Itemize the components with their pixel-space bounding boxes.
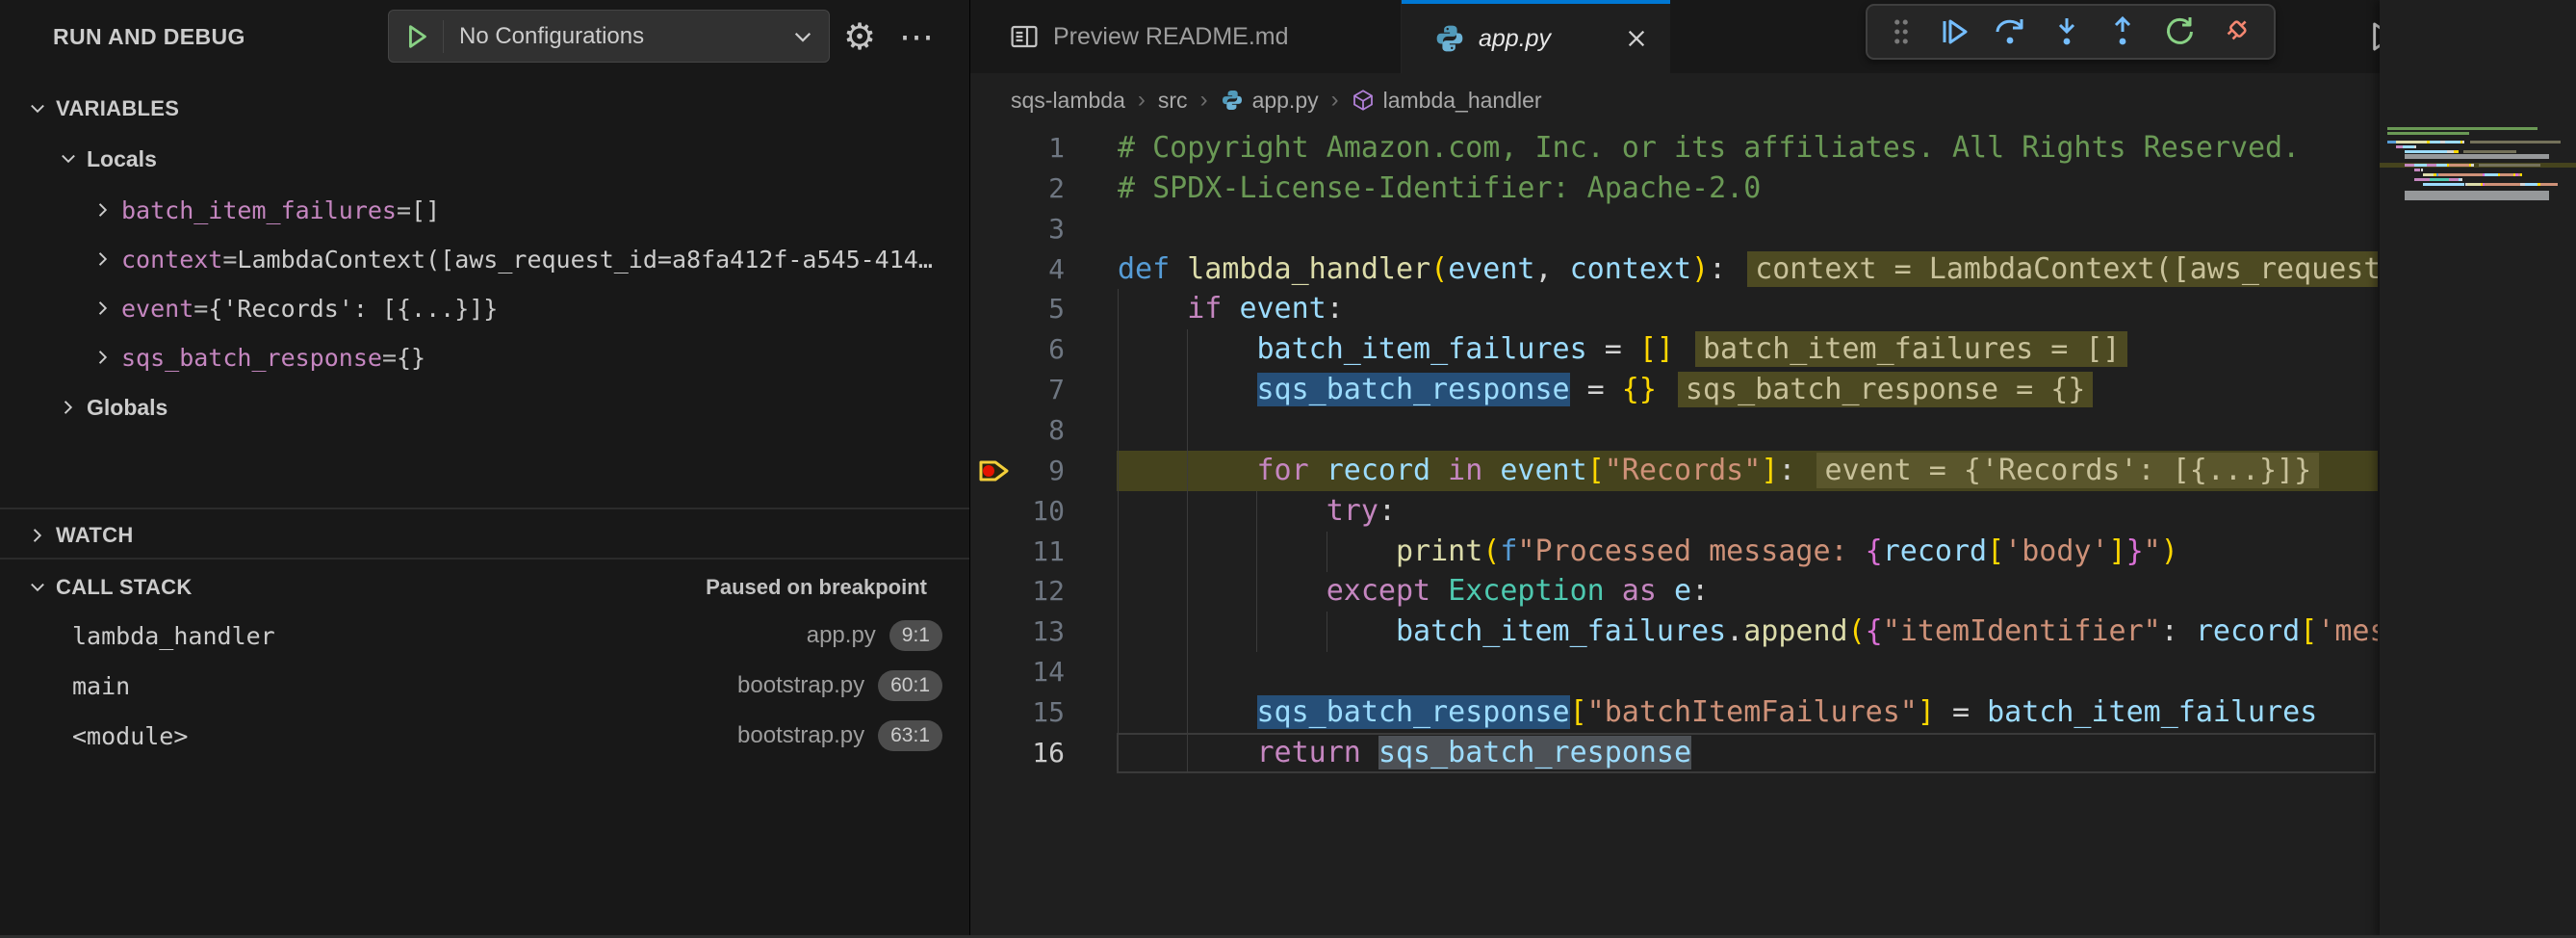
- minimap[interactable]: [2380, 0, 2576, 938]
- start-debugging-icon[interactable]: [402, 22, 431, 51]
- inline-value-chip: context = LambdaContext([aws_request_id=…: [1747, 251, 2378, 287]
- code-line-9[interactable]: 9 for record in event["Records"]:event =…: [970, 451, 2378, 491]
- line-number: 4: [988, 249, 1065, 290]
- code-text: sqs_batch_response["batchItemFailures"] …: [1118, 692, 2317, 733]
- line-number: 11: [988, 532, 1065, 572]
- run-and-debug-sidebar: RUN AND DEBUG No Configurations ⚙ ⋯ VARI…: [0, 0, 970, 938]
- line-number: 6: [988, 329, 1065, 370]
- inline-value-chip: batch_item_failures = []: [1695, 331, 2127, 367]
- line-number: 15: [988, 692, 1065, 733]
- code-line-15[interactable]: 15 sqs_batch_response["batchItemFailures…: [970, 692, 2378, 733]
- line-number: 14: [988, 652, 1065, 692]
- frame-position-badge: 60:1: [878, 670, 942, 701]
- chevron-right-icon: [92, 347, 114, 368]
- code-line-14[interactable]: 14: [970, 652, 2378, 692]
- code-text: sqs_batch_response = {}sqs_batch_respons…: [1118, 370, 2093, 410]
- frame-file-label: app.py: [807, 622, 876, 649]
- watch-header-label: WATCH: [56, 523, 134, 548]
- code-text: print(f"Processed message: {record['body…: [1118, 532, 2178, 572]
- inline-value-chip: event = {'Records': [{...}]}: [1816, 453, 2319, 488]
- chevron-right-icon: [92, 199, 114, 221]
- code-text: except Exception as e:: [1118, 571, 1709, 612]
- variables-pane-header[interactable]: VARIABLES: [0, 86, 969, 132]
- chevron-down-icon: [27, 98, 48, 119]
- chevron-down-icon: [27, 577, 48, 598]
- variables-header-label: VARIABLES: [56, 96, 179, 121]
- line-number: 3: [988, 209, 1065, 249]
- line-number: 7: [988, 370, 1065, 410]
- code-line-10[interactable]: 10 try:: [970, 491, 2378, 532]
- code-text: # SPDX-License-Identifier: Apache-2.0: [1118, 169, 1761, 209]
- code-area[interactable]: 1 # Copyright Amazon.com, Inc. or its aff…: [970, 0, 2378, 938]
- code-text: for record in event["Records"]:event = {…: [1118, 451, 2319, 491]
- code-line-7[interactable]: 7 sqs_batch_response = {}sqs_batch_respo…: [970, 370, 2378, 410]
- stack-frame-row[interactable]: <module>bootstrap.py63:1: [0, 713, 969, 759]
- gear-icon[interactable]: ⚙: [843, 0, 876, 73]
- scope-row-locals[interactable]: Locals: [0, 136, 969, 182]
- code-text: # Copyright Amazon.com, Inc. or its affi…: [1118, 128, 2300, 169]
- scope-row-globals[interactable]: Globals: [0, 384, 969, 430]
- code-text: batch_item_failures.append({"itemIdentif…: [1118, 612, 2378, 652]
- code-line-2[interactable]: 2 # SPDX-License-Identifier: Apache-2.0: [970, 169, 2378, 209]
- code-line-12[interactable]: 12 except Exception as e:: [970, 571, 2378, 612]
- debug-config-dropdown[interactable]: No Configurations: [388, 10, 830, 63]
- line-number: 8: [988, 410, 1065, 451]
- variable-row[interactable]: event = {'Records': [{...}]}: [0, 285, 969, 331]
- code-line-1[interactable]: 1 # Copyright Amazon.com, Inc. or its aff…: [970, 128, 2378, 169]
- code-line-4[interactable]: 4 def lambda_handler(event, context):cont…: [970, 249, 2378, 290]
- code-line-16[interactable]: 16 return sqs_batch_response: [970, 733, 2378, 773]
- chevron-down-icon: [58, 148, 79, 169]
- code-text: if event:: [1118, 289, 1344, 329]
- watch-pane-header[interactable]: WATCH: [0, 512, 969, 559]
- chevron-right-icon: [92, 298, 114, 319]
- inline-value-chip: sqs_batch_response = {}: [1678, 372, 2093, 407]
- debug-config-label: No Configurations: [459, 23, 790, 50]
- paused-status-badge: Paused on breakpoint: [706, 575, 927, 600]
- stack-frame-row[interactable]: mainbootstrap.py60:1: [0, 663, 969, 709]
- line-number: 5: [988, 289, 1065, 329]
- line-number: 10: [988, 491, 1065, 532]
- code-line-6[interactable]: 6 batch_item_failures = []batch_item_fai…: [970, 329, 2378, 370]
- call-stack-pane-header[interactable]: CALL STACK Paused on breakpoint: [0, 564, 969, 611]
- frame-position-badge: 63:1: [878, 720, 942, 751]
- code-text: batch_item_failures = []batch_item_failu…: [1118, 329, 2127, 370]
- line-number: 2: [988, 169, 1065, 209]
- code-text: def lambda_handler(event, context):conte…: [1118, 249, 2378, 290]
- call-stack-header-label: CALL STACK: [56, 575, 193, 600]
- line-number: 16: [988, 733, 1065, 773]
- stack-frame-row[interactable]: lambda_handlerapp.py9:1: [0, 612, 969, 659]
- code-text: return sqs_batch_response: [1118, 733, 1691, 773]
- code-line-3[interactable]: 3: [970, 209, 2378, 249]
- frame-file-label: bootstrap.py: [737, 722, 864, 749]
- variable-row[interactable]: context = LambdaContext([aws_request_id=…: [0, 236, 969, 282]
- chevron-right-icon: [27, 525, 48, 546]
- pane-divider: [0, 508, 969, 509]
- editor-area: Preview README.md app.py: [970, 0, 2576, 938]
- frame-position-badge: 9:1: [889, 620, 942, 651]
- vscode-window: { "theme": { "sidebar_bg": "#181818", "e…: [0, 0, 2576, 938]
- line-number: 1: [988, 128, 1065, 169]
- code-line-5[interactable]: 5 if event:: [970, 289, 2378, 329]
- dropdown-divider: [443, 20, 444, 53]
- line-number: 12: [988, 571, 1065, 612]
- chevron-down-icon: [790, 24, 815, 49]
- code-line-11[interactable]: 11 print(f"Processed message: {record['b…: [970, 532, 2378, 572]
- chevron-right-icon: [58, 397, 79, 418]
- variable-row[interactable]: batch_item_failures = []: [0, 187, 969, 233]
- pane-divider: [0, 558, 969, 560]
- variable-row[interactable]: sqs_batch_response = {}: [0, 334, 969, 380]
- frame-file-label: bootstrap.py: [737, 672, 864, 699]
- code-line-13[interactable]: 13 batch_item_failures.append({"itemIden…: [970, 612, 2378, 652]
- sidebar-title: RUN AND DEBUG: [53, 24, 245, 50]
- line-number: 9: [988, 451, 1065, 491]
- chevron-right-icon: [92, 248, 114, 270]
- sidebar-more-actions-icon[interactable]: ⋯: [899, 0, 936, 73]
- code-text: try:: [1118, 491, 1396, 532]
- code-line-8[interactable]: 8: [970, 410, 2378, 451]
- sidebar-header: RUN AND DEBUG No Configurations ⚙ ⋯: [0, 0, 969, 73]
- line-number: 13: [988, 612, 1065, 652]
- minimap-line: [2380, 195, 2576, 200]
